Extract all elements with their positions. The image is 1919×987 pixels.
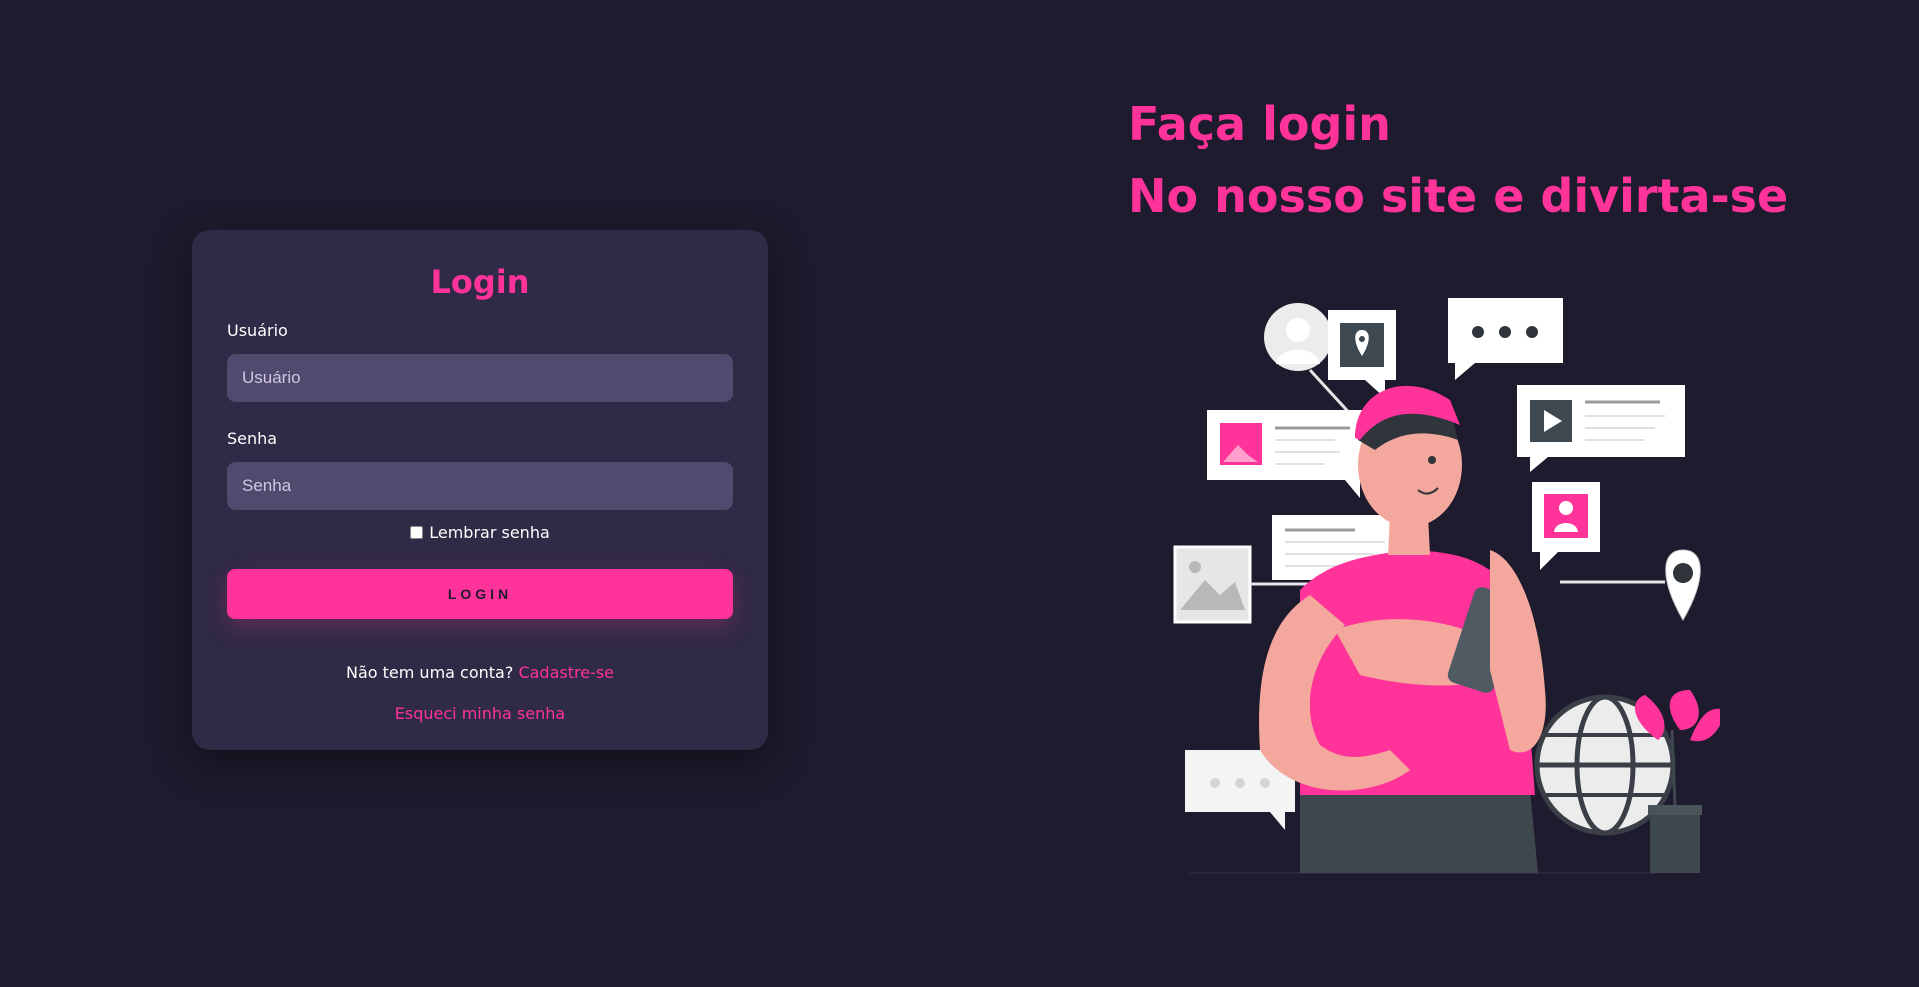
headline-line-1: Faça login [1128,97,1391,151]
username-input[interactable] [227,354,733,402]
image-post-card [1207,410,1372,498]
chat-bubble-icon [1448,298,1563,380]
headline: Faça login No nosso site e divirta-se [1128,88,1788,232]
location-pin-icon [1560,549,1701,622]
password-label: Senha [227,429,278,448]
remember-row: Lembrar senha [227,522,733,542]
signup-prompt: Não tem uma conta? [345,663,514,682]
login-title: Login [430,263,530,301]
remember-checkbox[interactable] [410,525,424,539]
signup-link[interactable]: Cadastre-se [518,663,614,682]
login-button[interactable]: LOGIN [227,569,733,619]
headline-line-2: No nosso site e divirta-se [1128,169,1789,223]
video-post-card [1517,385,1685,472]
forgot-password-link[interactable]: Esqueci minha senha [227,703,733,725]
social-media-illustration [1173,298,1720,874]
login-page: Faça login No nosso site e divirta-se Lo… [0,0,1919,987]
login-card: Login Usuário Senha Lembrar senha LOGIN … [192,230,768,750]
password-input[interactable] [227,462,733,510]
username-label: Usuário [227,321,288,340]
remember-label[interactable]: Lembrar senha [429,523,550,542]
location-bubble [1328,310,1396,398]
signup-line: Não tem uma conta? Cadastre-se [227,662,733,684]
user-icon [1532,482,1600,570]
